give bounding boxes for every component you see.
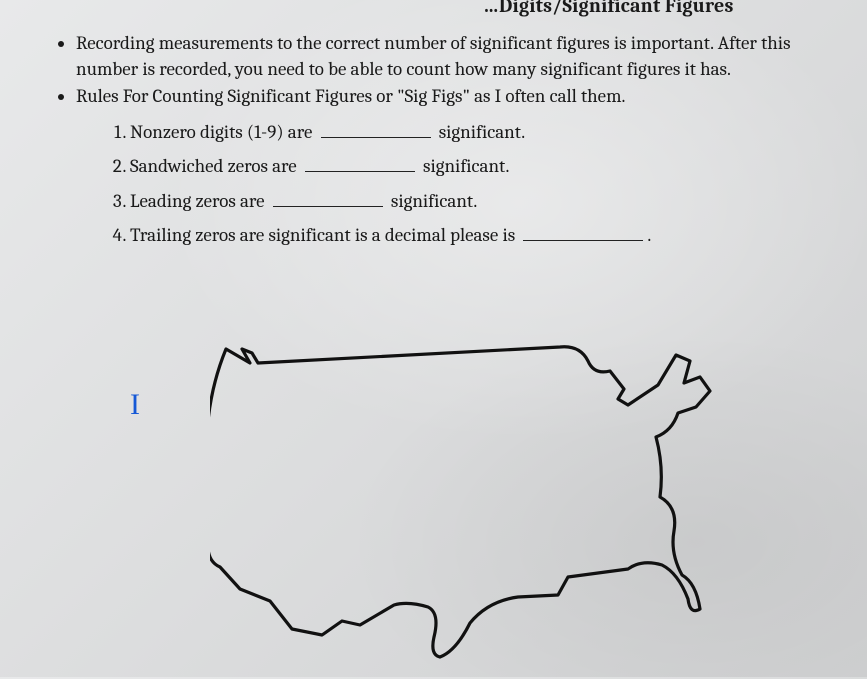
blank-1[interactable] xyxy=(321,118,431,138)
us-map-svg xyxy=(210,325,740,675)
blank-3[interactable] xyxy=(273,187,383,207)
bullet-1: Recording measurements to the correct nu… xyxy=(76,31,833,82)
worksheet-page: …Digits/Significant Figures Recording me… xyxy=(0,0,867,677)
rule-2-pre: Sandwiched zeros are xyxy=(130,155,301,177)
rule-3: Leading zeros are significant. xyxy=(130,185,833,217)
rule-2-post: significant. xyxy=(419,155,510,177)
bullet-1-text: Recording measurements to the correct nu… xyxy=(76,32,791,80)
rule-1: Nonzero digits (1-9) are significant. xyxy=(130,116,833,148)
rule-3-post: significant. xyxy=(387,190,478,212)
rule-1-pre: Nonzero digits (1-9) are xyxy=(130,121,317,143)
intro-bullets: Recording measurements to the correct nu… xyxy=(54,31,833,251)
us-outline-path xyxy=(210,347,710,657)
blank-4[interactable] xyxy=(523,221,643,241)
rule-4: Trailing zeros are significant is a deci… xyxy=(130,219,833,251)
bullet-2: Rules For Counting Significant Figures o… xyxy=(76,84,833,251)
bullet-2-text: Rules For Counting Significant Figures o… xyxy=(76,85,625,107)
rule-3-pre: Leading zeros are xyxy=(130,190,269,212)
rules-list: Nonzero digits (1-9) are significant. Sa… xyxy=(104,116,833,251)
blank-2[interactable] xyxy=(305,152,415,172)
rule-4-post: . xyxy=(647,224,651,246)
us-map-outline xyxy=(210,325,740,675)
text-cursor[interactable]: I xyxy=(130,388,140,422)
page-title: …Digits/Significant Figures xyxy=(54,0,833,17)
rule-1-post: significant. xyxy=(435,121,526,143)
rule-4-pre: Trailing zeros are significant is a deci… xyxy=(130,224,519,246)
title-text: …Digits/Significant Figures xyxy=(153,0,733,17)
rule-2: Sandwiched zeros are significant. xyxy=(130,150,833,182)
